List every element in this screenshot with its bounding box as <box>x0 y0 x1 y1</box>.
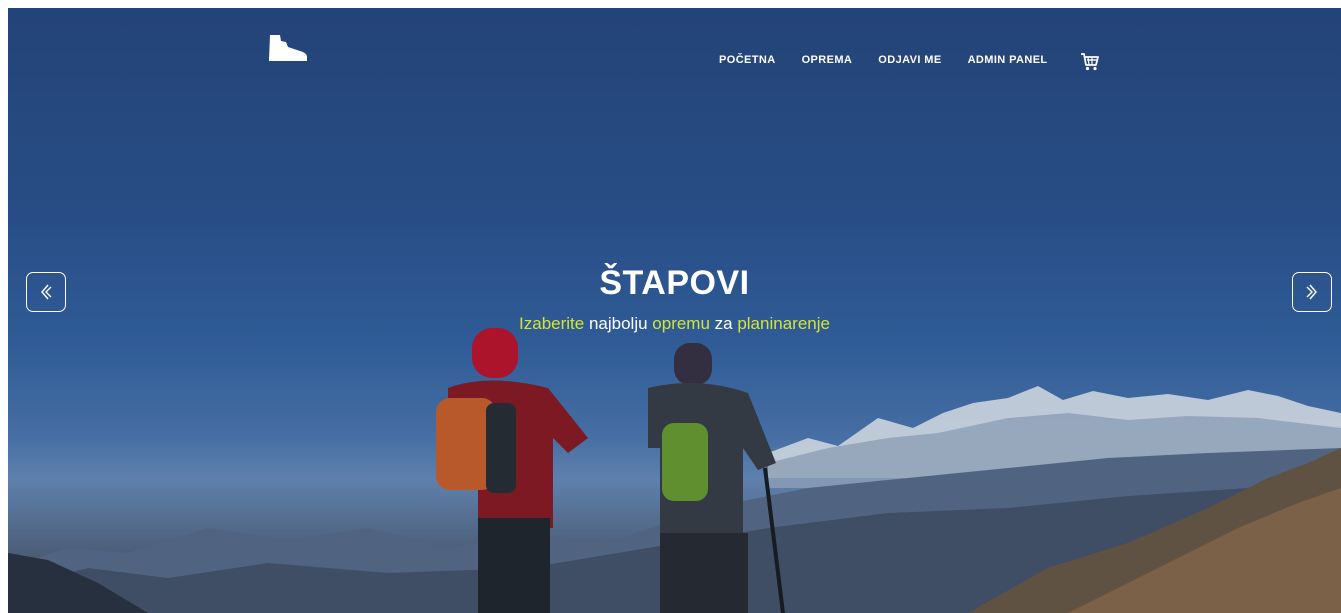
cart-button[interactable] <box>1080 52 1100 77</box>
nav-item-admin-panel[interactable]: ADMIN PANEL <box>968 54 1048 66</box>
shopping-cart-icon <box>1081 53 1099 71</box>
subtitle-highlight: planinarenje <box>737 314 830 333</box>
nav-item-odjavi-me[interactable]: ODJAVI ME <box>878 54 941 66</box>
hero-background-image <box>8 8 1341 613</box>
subtitle-highlight: Izaberite <box>519 314 585 333</box>
main-navigation: POČETNA OPREMA ODJAVI ME ADMIN PANEL <box>719 54 1048 66</box>
subtitle-text: najbolju <box>584 314 653 333</box>
hiking-boot-icon <box>269 35 307 61</box>
nav-item-pocetna[interactable]: POČETNA <box>719 54 776 66</box>
nav-item-oprema[interactable]: OPREMA <box>802 54 853 66</box>
subtitle-highlight: opremu <box>652 314 710 333</box>
hero-carousel: POČETNA OPREMA ODJAVI ME ADMIN PANEL ŠTA… <box>8 8 1341 613</box>
slide-title: ŠTAPOVI <box>599 264 750 302</box>
site-logo[interactable] <box>266 33 308 68</box>
subtitle-text: za <box>709 314 738 333</box>
slide-subtitle: Izaberite najbolju opremu za planinarenj… <box>8 314 1341 334</box>
